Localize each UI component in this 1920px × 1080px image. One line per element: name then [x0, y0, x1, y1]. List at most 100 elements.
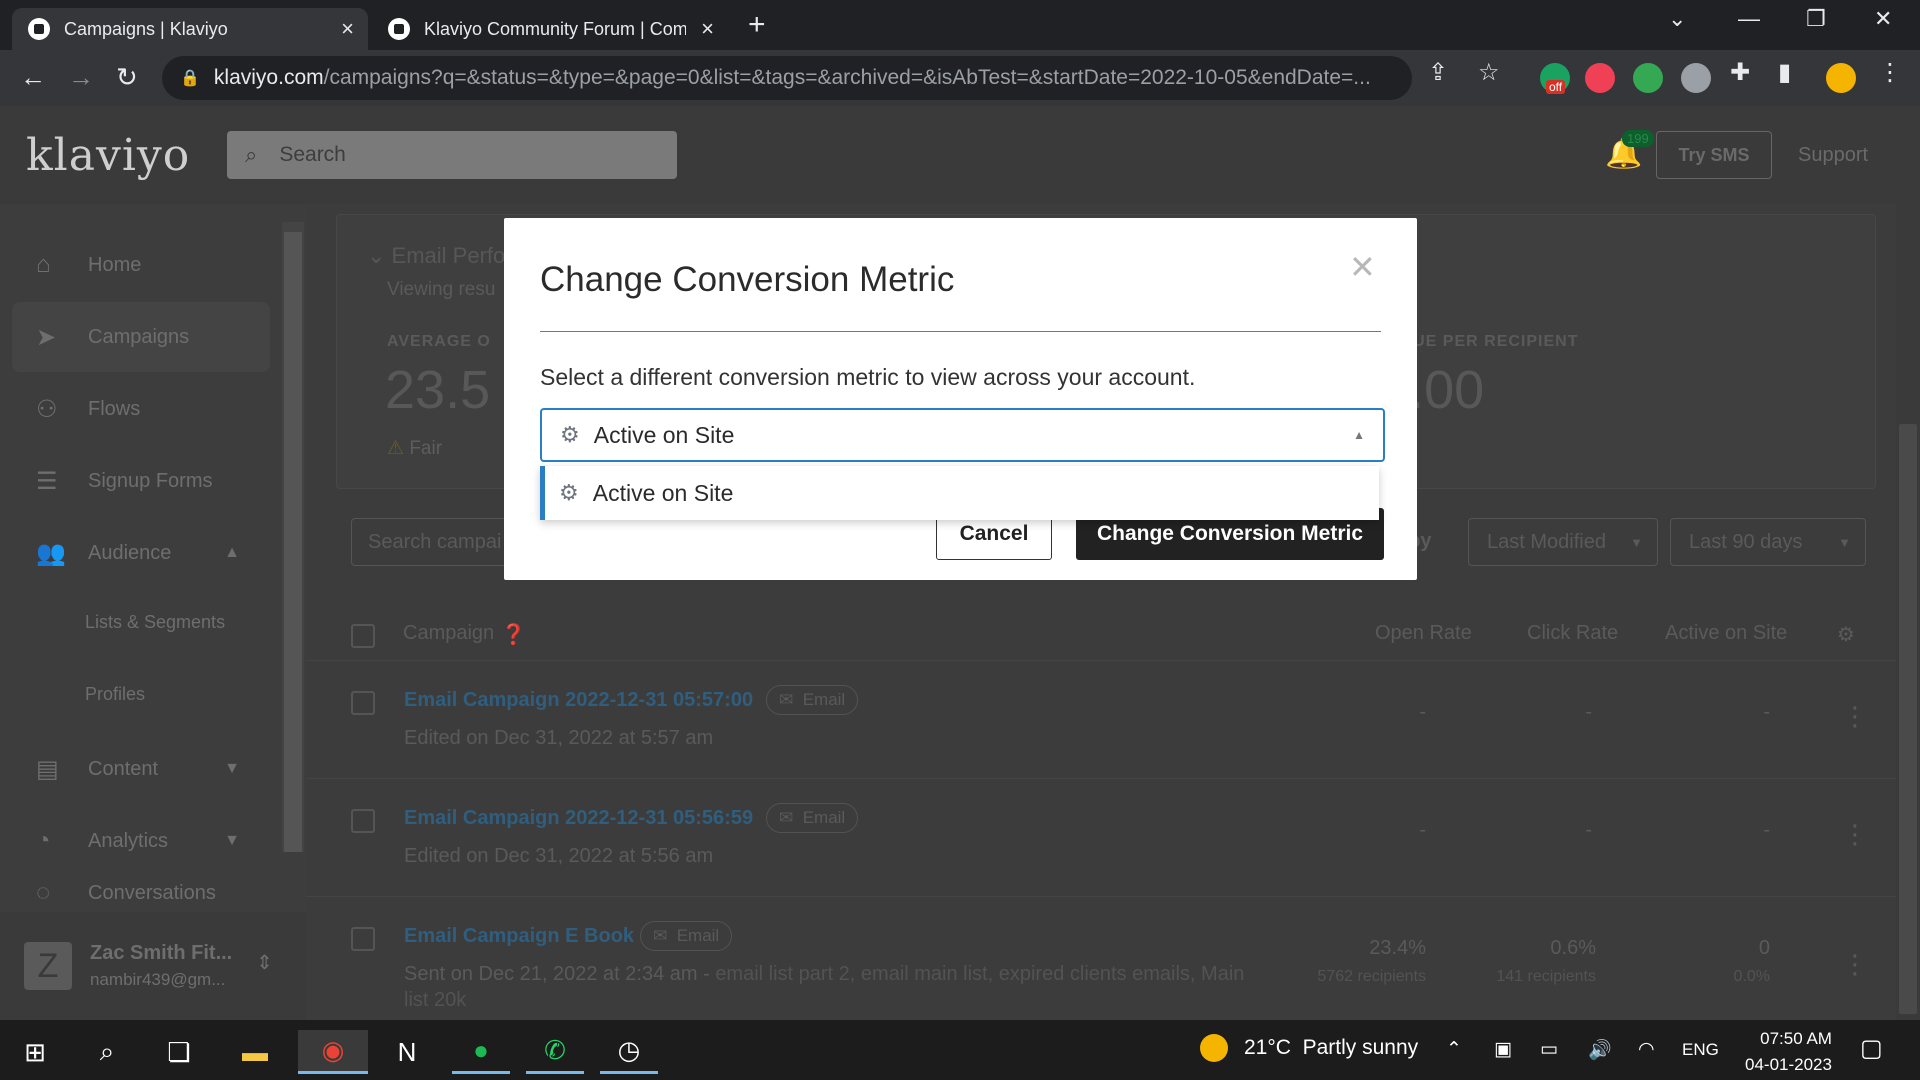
caret-up-icon: ▲ — [1353, 428, 1365, 442]
campaign-name-link[interactable]: Email Campaign 2022-12-31 05:57:00 — [404, 689, 753, 712]
show-hidden-icons-icon[interactable]: ⌃ — [1446, 1038, 1462, 1061]
menu-kebab-icon[interactable]: ⋮ — [1878, 58, 1902, 87]
account-switcher[interactable]: Z Zac Smith Fit... nambir439@gm... ⇕ — [0, 912, 306, 1020]
select-all-checkbox[interactable] — [351, 624, 375, 648]
minimize-icon[interactable]: — — [1738, 6, 1760, 32]
account-name: Zac Smith Fit... — [90, 942, 233, 964]
close-window-icon[interactable]: ✕ — [1874, 6, 1892, 32]
sort-dropdown[interactable]: Last Modified ▼ — [1468, 518, 1658, 566]
content-icon: ▤ — [36, 755, 59, 783]
campaign-name-link[interactable]: Email Campaign E Book — [404, 925, 634, 948]
weather-widget[interactable]: 21°C Partly sunny — [1200, 1034, 1418, 1062]
divider — [540, 331, 1381, 332]
address-bar[interactable]: 🔒 klaviyo.com/campaigns?q=&status=&type=… — [162, 56, 1412, 100]
row-checkbox[interactable] — [351, 809, 375, 833]
volume-icon[interactable]: 🔊 — [1588, 1038, 1612, 1062]
main-scrollbar[interactable] — [1896, 204, 1920, 1020]
back-icon[interactable]: ← — [20, 62, 46, 93]
klaviyo-logo[interactable]: klaviyo — [26, 130, 190, 181]
new-tab-icon[interactable]: + — [748, 8, 766, 42]
profile-avatar[interactable] — [1826, 63, 1856, 93]
global-search[interactable]: ⌕ — [227, 131, 677, 179]
gears-icon: ⚙ — [559, 480, 579, 505]
battery-icon[interactable]: ▭ — [1540, 1038, 1558, 1061]
row-actions-icon[interactable]: ⋮ — [1842, 949, 1868, 980]
row-actions-icon[interactable]: ⋮ — [1842, 819, 1868, 850]
tab-search-chevron-icon[interactable]: ⌄ — [1668, 6, 1686, 32]
column-click-rate[interactable]: Click Rate — [1527, 622, 1618, 645]
windows-start-icon[interactable]: ⊞ — [6, 1030, 64, 1074]
performance-title[interactable]: ⌄ Email Perfo — [367, 243, 505, 269]
spotify-icon[interactable]: ● — [452, 1030, 510, 1074]
row-actions-icon[interactable]: ⋮ — [1842, 701, 1868, 732]
tab-community-forum[interactable]: Klaviyo Community Forum | Com × — [372, 8, 728, 50]
row-checkbox[interactable] — [351, 927, 375, 951]
bookmark-star-icon[interactable]: ☆ — [1478, 58, 1500, 87]
table-row: Email Campaign 2022-12-31 05:56:59 ✉ Ema… — [306, 778, 1920, 896]
shield-extension-icon[interactable] — [1681, 63, 1711, 93]
share-icon[interactable]: ⇪ — [1428, 58, 1448, 87]
active-on-site-value: - — [1763, 701, 1770, 723]
try-sms-button[interactable]: Try SMS — [1656, 131, 1772, 179]
column-settings-icon[interactable]: ⚙ — [1837, 622, 1855, 647]
task-view-icon[interactable]: ❏ — [150, 1030, 208, 1074]
sidebar-item-profiles[interactable]: Profiles — [85, 684, 145, 705]
support-link[interactable]: Support — [1798, 144, 1868, 167]
help-icon[interactable]: ❓ — [501, 622, 526, 647]
sidebar-item-signup-forms[interactable]: ☰ Signup Forms — [12, 446, 270, 516]
sidebar-item-home[interactable]: ⌂ Home — [12, 230, 270, 300]
restore-icon[interactable]: ❐ — [1806, 6, 1826, 32]
partly-sunny-icon — [1200, 1034, 1228, 1062]
conversion-metric-select[interactable]: ⚙ Active on Site ▲ — [540, 408, 1385, 462]
scrollbar-thumb[interactable] — [284, 232, 302, 852]
sidebar-item-conversations[interactable]: ◌ Conversations — [12, 878, 270, 908]
sheets-extension-icon[interactable] — [1633, 63, 1663, 93]
whatsapp-icon[interactable]: ✆ — [526, 1030, 584, 1074]
clock-time: 07:50 AM — [1760, 1029, 1832, 1048]
sidebar-item-analytics[interactable]: ◔ Analytics ▼ — [12, 806, 270, 876]
clock[interactable]: 07:50 AM 04-01-2023 — [1745, 1026, 1832, 1078]
date-range-dropdown[interactable]: Last 90 days ▼ — [1670, 518, 1866, 566]
sidebar-item-flows[interactable]: ⚇ Flows — [12, 374, 270, 444]
search-input[interactable] — [279, 143, 551, 167]
clock-date: 04-01-2023 — [1745, 1055, 1832, 1074]
file-explorer-icon[interactable]: ▬ — [226, 1030, 284, 1074]
clock-app-icon[interactable]: ◷ — [600, 1030, 658, 1074]
caret-down-icon: ▼ — [1838, 534, 1851, 550]
close-tab-icon[interactable]: × — [701, 16, 714, 42]
sidebar-item-audience[interactable]: 👥 Audience ▲ — [12, 518, 270, 588]
search-icon[interactable]: ⌕ — [78, 1030, 136, 1074]
tab-campaigns[interactable]: Campaigns | Klaviyo × — [12, 8, 368, 50]
notifications-icon[interactable]: ▢ — [1860, 1034, 1883, 1063]
audience-icon: 👥 — [36, 539, 66, 567]
notification-badge: 199 — [1622, 130, 1654, 147]
sidebar-scrollbar[interactable] — [282, 222, 304, 852]
forward-icon[interactable]: → — [68, 62, 94, 93]
extensions-puzzle-icon[interactable]: ✚ — [1730, 58, 1750, 87]
pocket-extension-icon[interactable] — [1585, 63, 1615, 93]
sidebar-item-campaigns[interactable]: ➤ Campaigns — [12, 302, 270, 372]
average-metric-value: 23.5 — [385, 360, 491, 420]
sidebar-item-lists-segments[interactable]: Lists & Segments — [85, 612, 225, 633]
sidebar-item-label: Conversations — [88, 881, 216, 904]
sidebar-item-content[interactable]: ▤ Content ▼ — [12, 734, 270, 804]
language-indicator[interactable]: ENG — [1682, 1040, 1719, 1060]
reload-icon[interactable]: ↻ — [116, 62, 138, 93]
column-open-rate[interactable]: Open Rate — [1375, 622, 1472, 645]
sidebar-item-label: Campaigns — [88, 325, 190, 348]
klaviyo-favicon-icon — [388, 18, 410, 40]
column-campaign[interactable]: Campaign — [403, 622, 494, 645]
close-icon[interactable]: ✕ — [1349, 248, 1376, 286]
campaign-name-link[interactable]: Email Campaign 2022-12-31 05:56:59 — [404, 807, 753, 830]
metric-option[interactable]: ⚙ Active on Site — [540, 466, 1379, 520]
wifi-icon[interactable]: ◠ — [1638, 1038, 1655, 1061]
column-active-on-site[interactable]: Active on Site — [1665, 622, 1787, 645]
row-checkbox[interactable] — [351, 691, 375, 715]
chrome-icon[interactable]: ◉ — [298, 1030, 368, 1074]
meet-now-icon[interactable]: ▣ — [1494, 1038, 1512, 1061]
notion-icon[interactable]: N — [378, 1030, 436, 1074]
scrollbar-thumb[interactable] — [1899, 424, 1917, 1014]
close-tab-icon[interactable]: × — [341, 16, 354, 42]
campaign-edited-text: Edited on Dec 31, 2022 at 5:56 am — [404, 845, 714, 867]
side-panel-icon[interactable]: ▮ — [1778, 58, 1791, 87]
